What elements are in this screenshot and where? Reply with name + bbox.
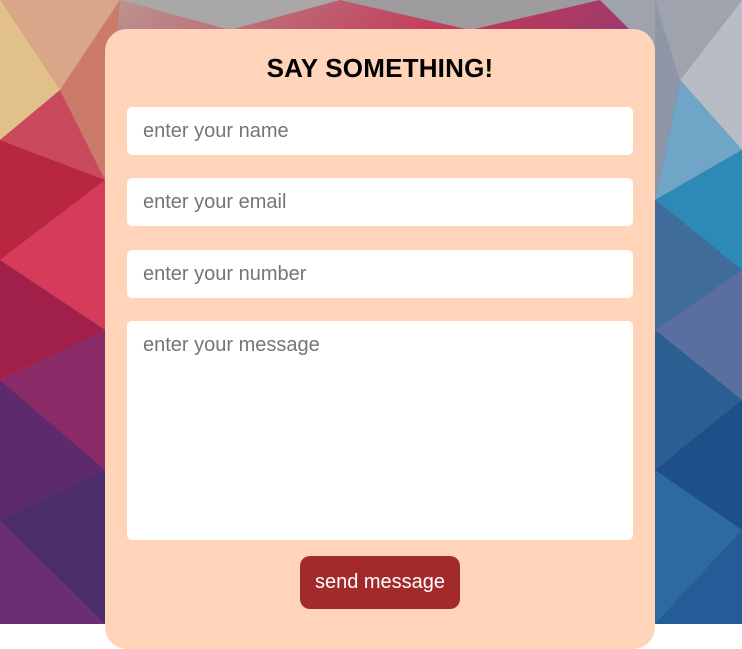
message-textarea[interactable] [127, 321, 633, 540]
form-title: SAY SOMETHING! [266, 53, 494, 83]
email-input[interactable] [127, 178, 633, 226]
contact-form-card: SAY SOMETHING! send message [105, 29, 655, 649]
name-input[interactable] [127, 107, 633, 155]
send-message-button[interactable]: send message [300, 556, 460, 609]
number-input[interactable] [127, 250, 633, 298]
